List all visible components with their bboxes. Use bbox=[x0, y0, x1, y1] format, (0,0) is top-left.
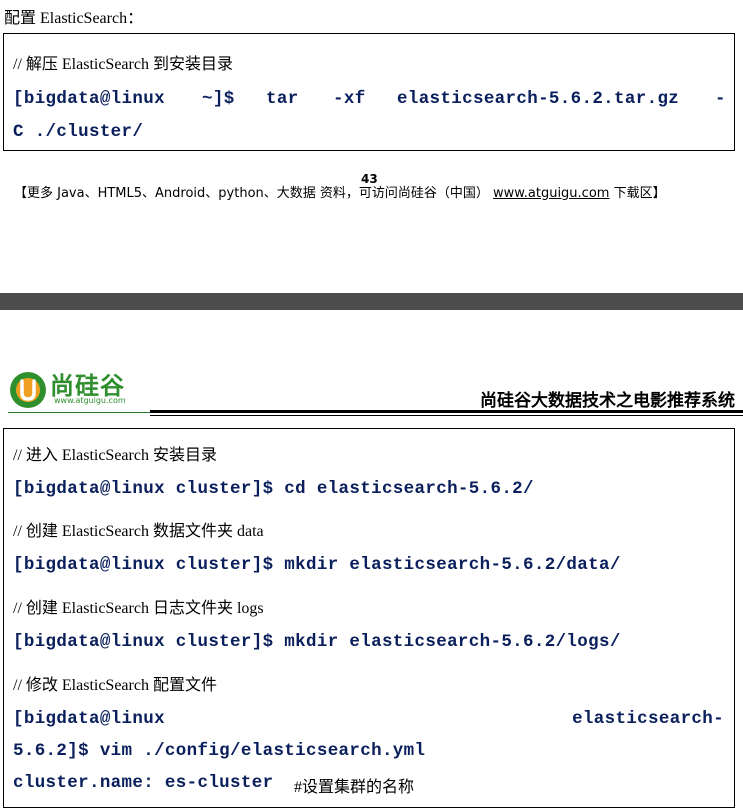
footer-suffix: 下载区】 bbox=[609, 186, 666, 201]
command-archive: elasticsearch-5.6.2.tar.gz bbox=[397, 89, 680, 109]
code-block-extract: // 解压 ElasticSearch 到安装目录 [bigdata@linux… bbox=[3, 33, 735, 151]
command-flag-dash: - bbox=[715, 89, 726, 109]
code-command: [bigdata@linux cluster]$ mkdir elasticse… bbox=[13, 555, 621, 575]
code-command: [bigdata@linux cluster]$ cd elasticsearc… bbox=[13, 479, 534, 499]
config-line-comment: #设置集群的名称 bbox=[294, 779, 415, 796]
atguigu-logo: 尚硅谷 www.atguigu.com bbox=[8, 366, 148, 414]
header-rule-thin bbox=[150, 415, 743, 416]
code-comment: // 修改 ElasticSearch 配置文件 bbox=[13, 677, 217, 694]
code-comment: // 进入 ElasticSearch 安装目录 bbox=[13, 447, 217, 464]
code-command-path: elasticsearch- bbox=[572, 709, 724, 729]
footer-prefix: 【更多 Java、HTML5、Android、python、大数据 资料，可访问… bbox=[14, 186, 494, 201]
code-block-setup: // 进入 ElasticSearch 安装目录 [bigdata@linux … bbox=[3, 428, 735, 808]
header-rule-thick bbox=[150, 410, 743, 413]
command-prompt: [bigdata@linux bbox=[13, 89, 165, 109]
logo-url-text: www.atguigu.com bbox=[54, 396, 126, 405]
code-comment: // 创建 ElasticSearch 数据文件夹 data bbox=[13, 523, 264, 540]
section-title: 配置 ElasticSearch： bbox=[4, 10, 144, 27]
code-command: [bigdata@linux cluster]$ mkdir elasticse… bbox=[13, 632, 621, 652]
code-command: 5.6.2]$ vim ./config/elasticsearch.yml bbox=[13, 741, 426, 761]
code-comment: // 创建 ElasticSearch 日志文件夹 logs bbox=[13, 600, 264, 617]
code-command-prompt: [bigdata@linux bbox=[13, 709, 165, 729]
command-flag: -xf bbox=[333, 89, 366, 109]
code-comment: // 解压 ElasticSearch 到安装目录 bbox=[13, 56, 233, 73]
header-rule-left bbox=[8, 412, 150, 413]
command-target-dir: C ./cluster/ bbox=[13, 122, 144, 142]
page-footer: 【更多 Java、HTML5、Android、python、大数据 资料，可访问… bbox=[14, 182, 666, 201]
page-break-divider bbox=[0, 293, 743, 310]
config-line-key: cluster.name: es-cluster bbox=[13, 773, 274, 793]
document-header-title: 尚硅谷大数据技术之电影推荐系统 bbox=[480, 391, 735, 411]
command-tar: tar bbox=[266, 89, 299, 109]
command-prompt-suffix: ~]$ bbox=[202, 89, 235, 109]
footer-url-link[interactable]: www.atguigu.com bbox=[493, 186, 609, 201]
